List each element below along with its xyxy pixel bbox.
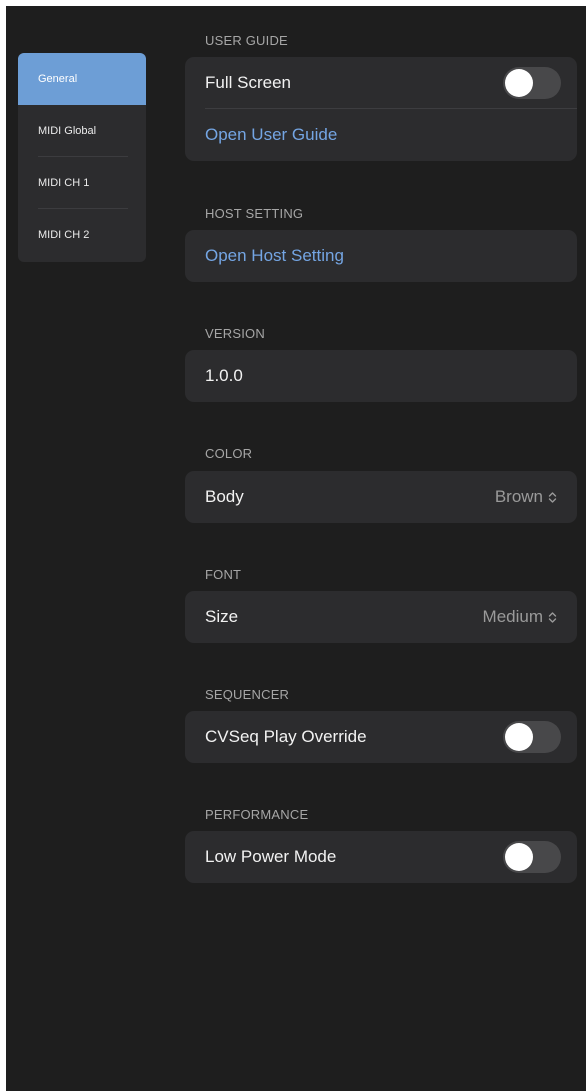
cvseq-override-row: CVSeq Play Override bbox=[185, 711, 577, 763]
sidebar-item-label: MIDI CH 1 bbox=[38, 177, 90, 189]
low-power-toggle[interactable] bbox=[503, 841, 561, 873]
group-version: 1.0.0 bbox=[185, 350, 577, 402]
full-screen-label: Full Screen bbox=[205, 73, 291, 92]
sidebar-item-label: General bbox=[38, 73, 78, 85]
font-size-label: Size bbox=[205, 607, 239, 626]
section-header-sequencer: SEQUENCER bbox=[205, 687, 290, 702]
sidebar: General MIDI Global MIDI CH 1 MIDI CH 2 bbox=[18, 53, 146, 262]
group-color: Body Brown bbox=[185, 471, 577, 523]
open-user-guide-link[interactable]: Open User Guide bbox=[205, 125, 557, 145]
open-host-setting-row[interactable]: Open Host Setting bbox=[185, 230, 577, 282]
low-power-row: Low Power Mode bbox=[185, 831, 577, 883]
section-header-font: FONT bbox=[205, 567, 242, 582]
toggle-knob bbox=[505, 843, 533, 871]
body-color-label: Body bbox=[205, 487, 244, 506]
cvseq-override-toggle[interactable] bbox=[503, 721, 561, 753]
group-user-guide: Full Screen Open User Guide bbox=[185, 57, 577, 161]
sidebar-item-midi-global[interactable]: MIDI Global bbox=[18, 105, 146, 157]
sidebar-item-label: MIDI CH 2 bbox=[38, 229, 90, 241]
section-header-color: COLOR bbox=[205, 446, 253, 461]
chevron-up-down-icon bbox=[548, 491, 557, 503]
full-screen-row: Full Screen bbox=[185, 57, 577, 109]
font-size-value: Medium bbox=[482, 607, 543, 626]
sidebar-item-general[interactable]: General bbox=[18, 53, 146, 105]
section-header-user-guide: USER GUIDE bbox=[205, 33, 288, 48]
open-user-guide-row[interactable]: Open User Guide bbox=[185, 109, 577, 161]
toggle-knob bbox=[505, 723, 533, 751]
body-color-value: Brown bbox=[494, 487, 543, 506]
sidebar-item-midi-ch-2[interactable]: MIDI CH 2 bbox=[18, 209, 146, 261]
body-color-row[interactable]: Body Brown bbox=[185, 471, 577, 523]
settings-panel: General MIDI Global MIDI CH 1 MIDI CH 2 … bbox=[6, 6, 586, 1091]
section-header-performance: PERFORMANCE bbox=[205, 807, 309, 822]
group-font: Size Medium bbox=[185, 591, 577, 643]
sidebar-item-label: MIDI Global bbox=[38, 125, 97, 137]
version-value: 1.0.0 bbox=[205, 366, 243, 385]
version-row: 1.0.0 bbox=[185, 350, 577, 402]
low-power-label: Low Power Mode bbox=[205, 847, 337, 866]
body-color-select[interactable]: Brown bbox=[495, 487, 557, 507]
group-sequencer: CVSeq Play Override bbox=[185, 711, 577, 763]
chevron-up-down-icon bbox=[548, 611, 557, 623]
group-performance: Low Power Mode bbox=[185, 831, 577, 883]
full-screen-toggle[interactable] bbox=[503, 67, 561, 99]
font-size-row[interactable]: Size Medium bbox=[185, 591, 577, 643]
sidebar-item-midi-ch-1[interactable]: MIDI CH 1 bbox=[18, 157, 146, 209]
group-host-setting: Open Host Setting bbox=[185, 230, 577, 282]
section-header-version: VERSION bbox=[205, 326, 265, 341]
section-header-host-setting: HOST SETTING bbox=[205, 206, 304, 221]
open-host-setting-link[interactable]: Open Host Setting bbox=[205, 246, 557, 266]
toggle-knob bbox=[505, 69, 533, 97]
font-size-select[interactable]: Medium bbox=[483, 607, 557, 627]
cvseq-override-label: CVSeq Play Override bbox=[205, 727, 367, 746]
